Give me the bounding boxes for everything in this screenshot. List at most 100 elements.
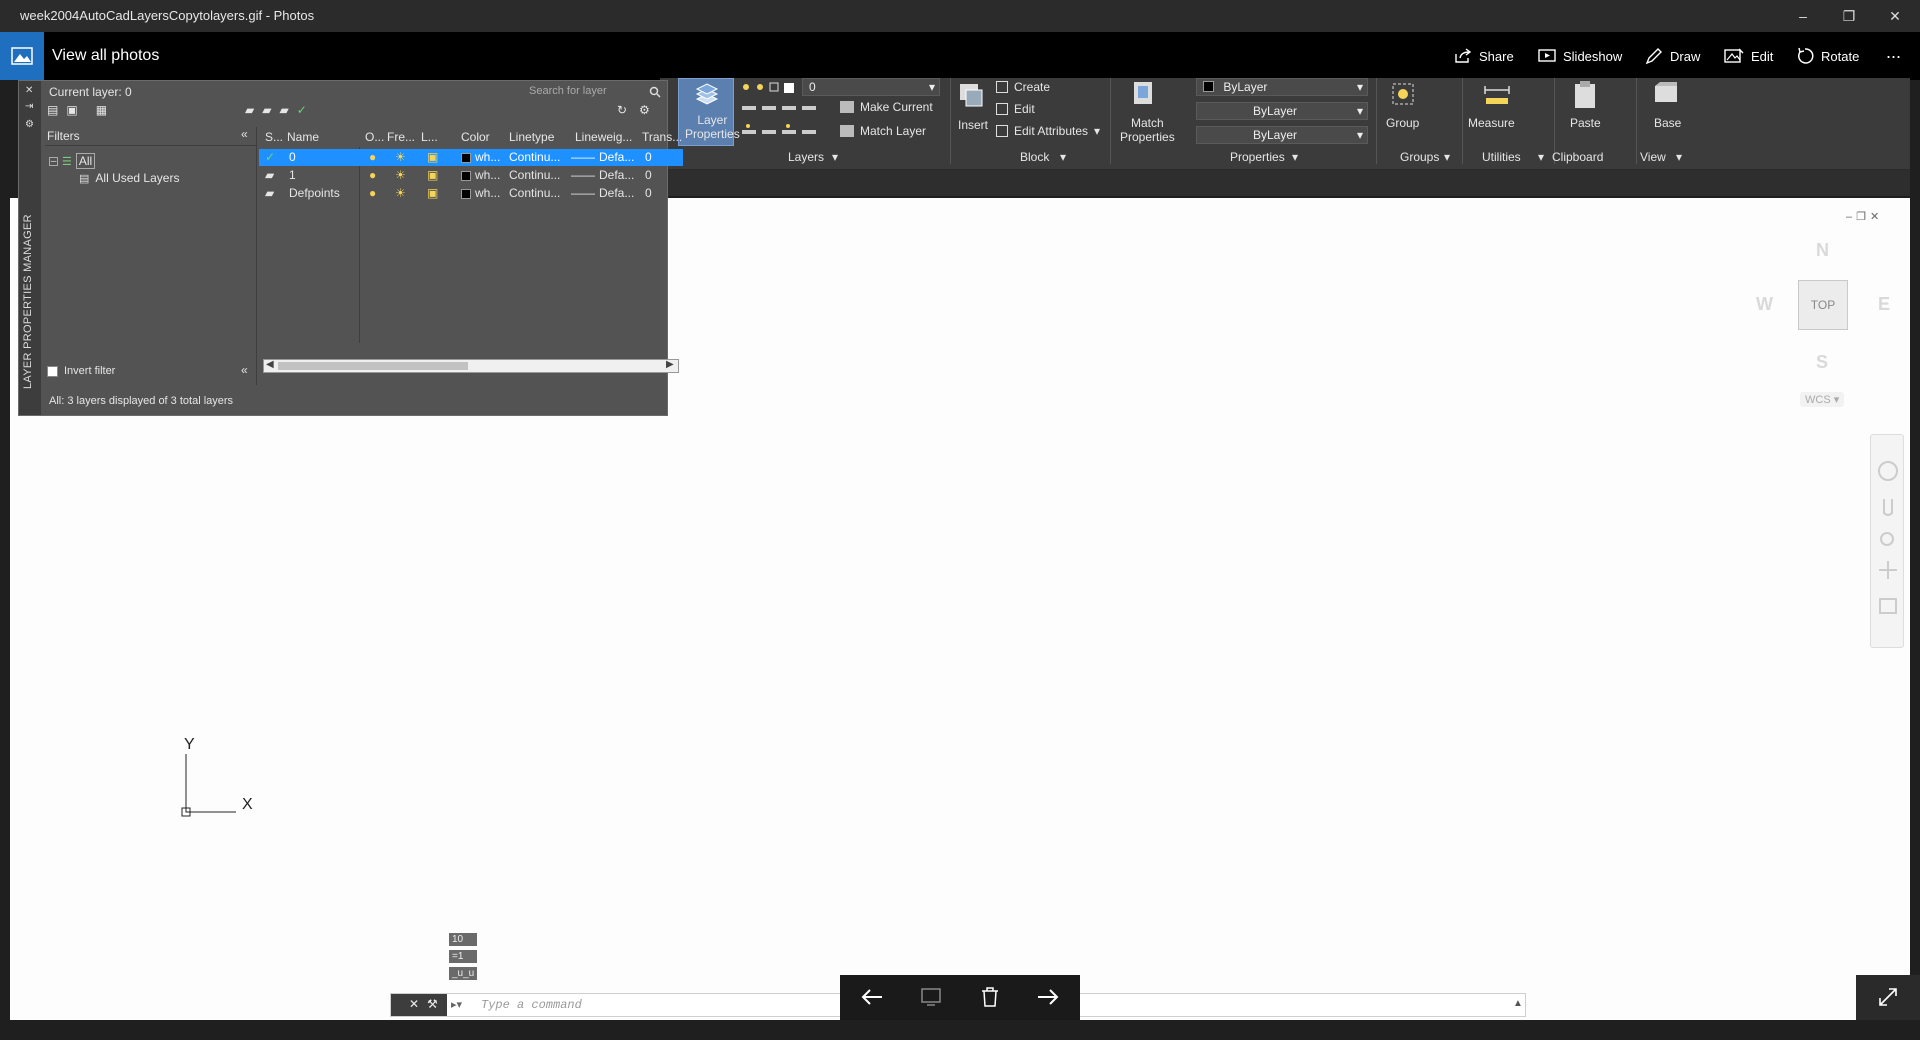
lightbulb-icon[interactable]: ● [369,149,376,166]
lightbulb-icon[interactable]: ● [369,167,376,184]
customize-icon[interactable]: ⚒ [427,997,438,1011]
compass-west[interactable]: W [1756,294,1773,315]
layer-linetype[interactable]: Continu... [509,149,560,166]
layer-transparency[interactable]: 0 [645,185,652,202]
match-properties-button[interactable]: Match Properties [1116,80,1175,146]
navigation-bar[interactable] [1870,434,1904,648]
layer-row[interactable]: ▰ 1 ● ☀ ▣ wh... Continu... —— Defa... 0 [259,167,683,184]
unlocked-icon[interactable]: ▣ [427,185,438,202]
group-button[interactable]: Group [1382,80,1422,146]
new-layer-vp-frozen-icon[interactable]: ▰ [262,103,271,117]
unlocked-icon[interactable]: ▣ [427,149,438,166]
close-palette-icon[interactable]: ✕ [25,85,33,96]
lineweight-dropdown[interactable]: ByLayer ▾ [1196,126,1368,144]
history-tag[interactable]: =1 [449,950,478,963]
autohide-icon[interactable]: ⇥ [25,101,33,112]
groups-panel-title[interactable]: Groups [1400,150,1439,164]
layer-search-field[interactable]: Search for layer [529,83,663,101]
layer-lineweight[interactable]: Defa... [599,149,634,166]
palette-title-strip[interactable]: ✕ ⇥ ⚙ LAYER PROPERTIES MANAGER [19,81,41,415]
close-button[interactable]: ✕ [1872,0,1918,32]
photos-home-button[interactable] [0,32,44,80]
view-all-photos-link[interactable]: View all photos [52,47,159,65]
clipboard-panel-title[interactable]: Clipboard [1552,150,1603,164]
viewport-controls[interactable]: –❐✕ [1846,210,1883,223]
layer-linetype[interactable]: Continu... [509,167,560,184]
layer-lineweight[interactable]: Defa... [599,167,634,184]
scrollbar-thumb[interactable] [278,362,468,370]
layer-linetype[interactable]: Continu... [509,185,560,202]
collapse-filters-bottom-icon[interactable]: « [241,363,248,377]
restore-button[interactable]: ❐ [1826,0,1872,32]
draw-button[interactable]: Draw [1645,44,1700,68]
compass-south[interactable]: S [1816,352,1828,373]
edit-attributes-button[interactable]: Edit Attributes ▾ [996,124,1100,138]
layer-transparency[interactable]: 0 [645,167,652,184]
command-prompt-icon[interactable]: ▸▾ [451,998,462,1011]
layer-row[interactable]: ✓ 0 ● ☀ ▣ wh... Continu... —— Defa... 0 [259,149,683,166]
col-transparency[interactable]: Trans... [642,127,682,147]
filter-tree-all-used[interactable]: ▤ All Used Layers [79,171,179,185]
scroll-left-icon[interactable]: ◀ [266,359,274,370]
close-command-line-icon[interactable]: ✕ [409,997,419,1011]
col-lineweight[interactable]: Lineweig... [575,127,635,147]
layer-row[interactable]: ▰ Defpoints ● ☀ ▣ wh... Continu... —— De… [259,185,683,202]
set-current-icon[interactable]: ✓ [297,103,307,117]
info-icon[interactable] [920,987,942,1007]
current-layer-dropdown[interactable]: 0 ▾ [802,78,940,96]
compass-east[interactable]: E [1878,294,1890,315]
palette-settings-icon[interactable]: ⚙ [25,119,34,130]
col-lock[interactable]: L... [421,127,443,147]
history-tag[interactable]: _u_u [449,967,478,980]
viewcube-face[interactable]: TOP [1798,280,1848,330]
rotate-button[interactable]: Rotate [1796,44,1859,68]
refresh-icon[interactable]: ↻ [617,103,627,117]
base-button[interactable]: Base [1644,80,1690,146]
tree-collapse-icon[interactable]: – [49,156,58,166]
more-button[interactable]: ... [1886,40,1901,64]
col-status[interactable]: S... [265,127,283,147]
layer-color-swatch[interactable] [461,153,471,163]
view-panel-title[interactable]: View [1640,150,1666,164]
scroll-right-icon[interactable]: ▶ [666,359,674,370]
delete-layer-icon[interactable]: ▰ [279,103,288,117]
layer-color[interactable]: wh... [475,149,500,166]
paste-button[interactable]: Paste [1564,80,1610,146]
collapse-filters-icon[interactable]: « [241,127,248,141]
share-button[interactable]: Share [1454,44,1514,68]
new-layer-icon[interactable]: ▰ [245,103,254,117]
layer-color[interactable]: wh... [475,167,500,184]
filter-tree-all[interactable]: – ☰ All [49,153,96,169]
col-on[interactable]: O... [365,127,385,147]
create-block-button[interactable]: Create [996,80,1050,94]
layer-color-swatch[interactable] [461,189,471,199]
new-group-filter-icon[interactable]: ▣ [66,103,77,117]
properties-panel-title[interactable]: Properties [1230,150,1285,164]
new-property-filter-icon[interactable]: ▤ [47,103,58,117]
next-arrow-icon[interactable] [1036,987,1060,1007]
layer-color-swatch[interactable] [461,171,471,181]
layer-transparency[interactable]: 0 [645,149,652,166]
match-layer-button[interactable]: Match Layer [840,124,926,138]
layer-states-manager-icon[interactable]: ▦ [96,103,107,117]
linetype-dropdown[interactable]: ByLayer ▾ [1196,102,1368,120]
command-input[interactable]: Type a command [481,998,582,1012]
insert-button[interactable]: Insert [956,80,994,144]
viewcube[interactable]: N W E S TOP WCS ▾ [1750,236,1900,416]
col-freeze[interactable]: Fre... [387,127,417,147]
command-history-arrow-icon[interactable]: ▲ [1513,998,1523,1009]
unlocked-icon[interactable]: ▣ [427,167,438,184]
invert-filter-checkbox[interactable]: Invert filter [47,365,115,377]
col-linetype[interactable]: Linetype [509,127,561,147]
edit-button[interactable]: Edit [1724,44,1773,68]
col-name[interactable]: Name [287,127,347,147]
horizontal-scrollbar[interactable]: ◀ ▶ [263,359,679,373]
slideshow-button[interactable]: Slideshow [1538,44,1622,68]
previous-arrow-icon[interactable] [860,987,884,1007]
compass-north[interactable]: N [1816,240,1829,261]
measure-button[interactable]: Measure [1468,80,1526,146]
wcs-menu[interactable]: WCS ▾ [1800,392,1845,407]
sun-icon[interactable]: ☀ [395,149,406,166]
settings-icon[interactable]: ⚙ [639,103,650,117]
color-dropdown[interactable]: ByLayer ▾ [1196,78,1368,96]
